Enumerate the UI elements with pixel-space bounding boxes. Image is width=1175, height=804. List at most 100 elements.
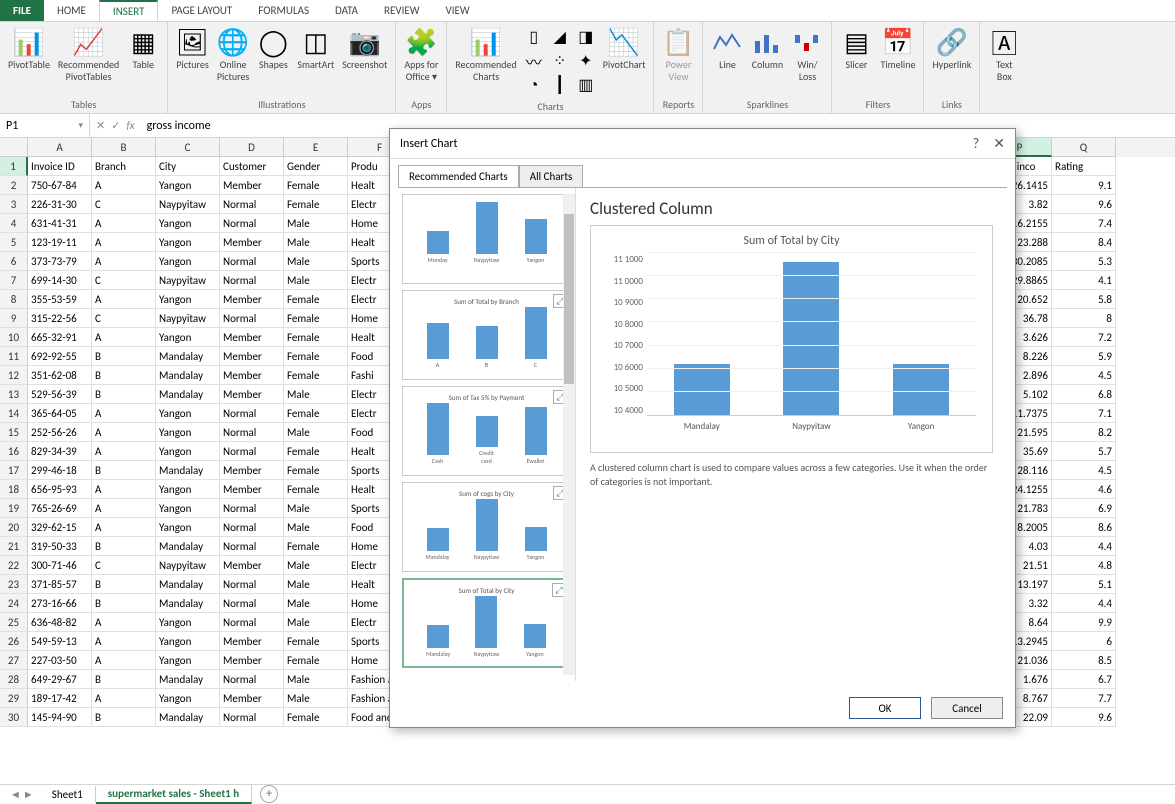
cell[interactable]: 4.1	[1052, 271, 1116, 290]
row-header[interactable]: 2	[0, 176, 28, 195]
col-header-D[interactable]: D	[220, 138, 284, 157]
col-header-B[interactable]: B	[92, 138, 156, 157]
cell[interactable]: Member	[220, 385, 284, 404]
cell[interactable]: B	[92, 461, 156, 480]
row-header[interactable]: 25	[0, 613, 28, 632]
cell[interactable]: B	[92, 708, 156, 727]
cell[interactable]: 765-26-69	[28, 499, 92, 518]
cell[interactable]: Normal	[220, 195, 284, 214]
row-header[interactable]: 18	[0, 480, 28, 499]
cell[interactable]: 6.9	[1052, 499, 1116, 518]
sheet-tab-1[interactable]: Sheet1	[40, 786, 96, 803]
cell[interactable]: Normal	[220, 708, 284, 727]
cell[interactable]: 636-48-82	[28, 613, 92, 632]
cell[interactable]: C	[92, 271, 156, 290]
cell[interactable]: Branch	[92, 157, 156, 176]
tab-file[interactable]: FILE	[0, 0, 44, 21]
cell[interactable]: Mandalay	[156, 461, 220, 480]
cell[interactable]: Normal	[220, 404, 284, 423]
cell[interactable]: 8.4	[1052, 233, 1116, 252]
row-header[interactable]: 27	[0, 651, 28, 670]
cell[interactable]: Member	[220, 461, 284, 480]
row-header[interactable]: 12	[0, 366, 28, 385]
cell[interactable]: Male	[284, 252, 348, 271]
row-header[interactable]: 11	[0, 347, 28, 366]
cell[interactable]: 529-56-39	[28, 385, 92, 404]
cell[interactable]: Mandalay	[156, 708, 220, 727]
cell[interactable]: Normal	[220, 575, 284, 594]
row-header[interactable]: 6	[0, 252, 28, 271]
row-header[interactable]: 7	[0, 271, 28, 290]
tab-pagelayout[interactable]: PAGE LAYOUT	[158, 0, 245, 21]
cell[interactable]: 319-50-33	[28, 537, 92, 556]
cell[interactable]: Yangon	[156, 499, 220, 518]
cell[interactable]: 145-94-90	[28, 708, 92, 727]
row-header[interactable]: 15	[0, 423, 28, 442]
row-header[interactable]: 22	[0, 556, 28, 575]
row-header[interactable]: 28	[0, 670, 28, 689]
cell[interactable]: A	[92, 480, 156, 499]
cell[interactable]: Yangon	[156, 290, 220, 309]
cell[interactable]: 829-34-39	[28, 442, 92, 461]
cell[interactable]: Male	[284, 271, 348, 290]
cell[interactable]: 9.6	[1052, 195, 1116, 214]
help-icon[interactable]: ?	[973, 135, 980, 152]
cell[interactable]: Naypyitaw	[156, 195, 220, 214]
cell[interactable]: Normal	[220, 670, 284, 689]
cell[interactable]: Male	[284, 518, 348, 537]
cell[interactable]: Normal	[220, 271, 284, 290]
row-header[interactable]: 10	[0, 328, 28, 347]
cell[interactable]: Female	[284, 366, 348, 385]
cell[interactable]: 7.4	[1052, 214, 1116, 233]
cell[interactable]: Mandalay	[156, 537, 220, 556]
thumbnail-scrollbar[interactable]	[563, 194, 575, 675]
cell[interactable]: Normal	[220, 214, 284, 233]
cell[interactable]: 631-41-31	[28, 214, 92, 233]
cell[interactable]: Yangon	[156, 423, 220, 442]
cell[interactable]: City	[156, 157, 220, 176]
col-header-Q[interactable]: Q	[1052, 138, 1116, 157]
cell[interactable]: Naypyitaw	[156, 271, 220, 290]
cell[interactable]: Male	[284, 423, 348, 442]
cell[interactable]: 355-53-59	[28, 290, 92, 309]
cell[interactable]: 4.4	[1052, 594, 1116, 613]
cell[interactable]: Mandalay	[156, 347, 220, 366]
enter-fx-icon[interactable]: ✓	[111, 119, 120, 132]
surface-chart-icon[interactable]: ▥	[575, 74, 597, 96]
row-header[interactable]: 1	[0, 157, 28, 176]
cell[interactable]: B	[92, 575, 156, 594]
cell[interactable]: A	[92, 499, 156, 518]
tab-home[interactable]: HOME	[44, 0, 99, 21]
cell[interactable]: Normal	[220, 499, 284, 518]
recommended-charts-button[interactable]: 📊Recommended Charts	[451, 24, 520, 85]
cell[interactable]: A	[92, 423, 156, 442]
cell[interactable]: Member	[220, 651, 284, 670]
cell[interactable]: B	[92, 347, 156, 366]
cell[interactable]: Mandalay	[156, 385, 220, 404]
cell[interactable]: Mandalay	[156, 670, 220, 689]
cell[interactable]: Member	[220, 689, 284, 708]
cell[interactable]: 371-85-57	[28, 575, 92, 594]
hyperlink-button[interactable]: 🔗Hyperlink	[928, 24, 975, 73]
cell[interactable]: Male	[284, 689, 348, 708]
row-header[interactable]: 8	[0, 290, 28, 309]
tab-all-charts[interactable]: All Charts	[519, 165, 584, 187]
line-chart-icon[interactable]: 〰	[523, 50, 545, 72]
cell[interactable]: Mandalay	[156, 575, 220, 594]
cell[interactable]: 299-46-18	[28, 461, 92, 480]
cell[interactable]: 4.5	[1052, 461, 1116, 480]
scatter-chart-icon[interactable]: ⁘	[549, 50, 571, 72]
cell[interactable]: Yangon	[156, 233, 220, 252]
cell[interactable]: 189-17-42	[28, 689, 92, 708]
cell[interactable]: 7.7	[1052, 689, 1116, 708]
cell[interactable]: Rating	[1052, 157, 1116, 176]
row-header[interactable]: 14	[0, 404, 28, 423]
cell[interactable]: Female	[284, 309, 348, 328]
row-header[interactable]: 17	[0, 461, 28, 480]
cell[interactable]: 8.2	[1052, 423, 1116, 442]
table-button[interactable]: ▦Table	[123, 24, 163, 73]
cell[interactable]: Male	[284, 575, 348, 594]
cell[interactable]: Naypyitaw	[156, 309, 220, 328]
sparkline-winloss-button[interactable]: Win/ Loss	[787, 24, 827, 85]
row-header[interactable]: 9	[0, 309, 28, 328]
